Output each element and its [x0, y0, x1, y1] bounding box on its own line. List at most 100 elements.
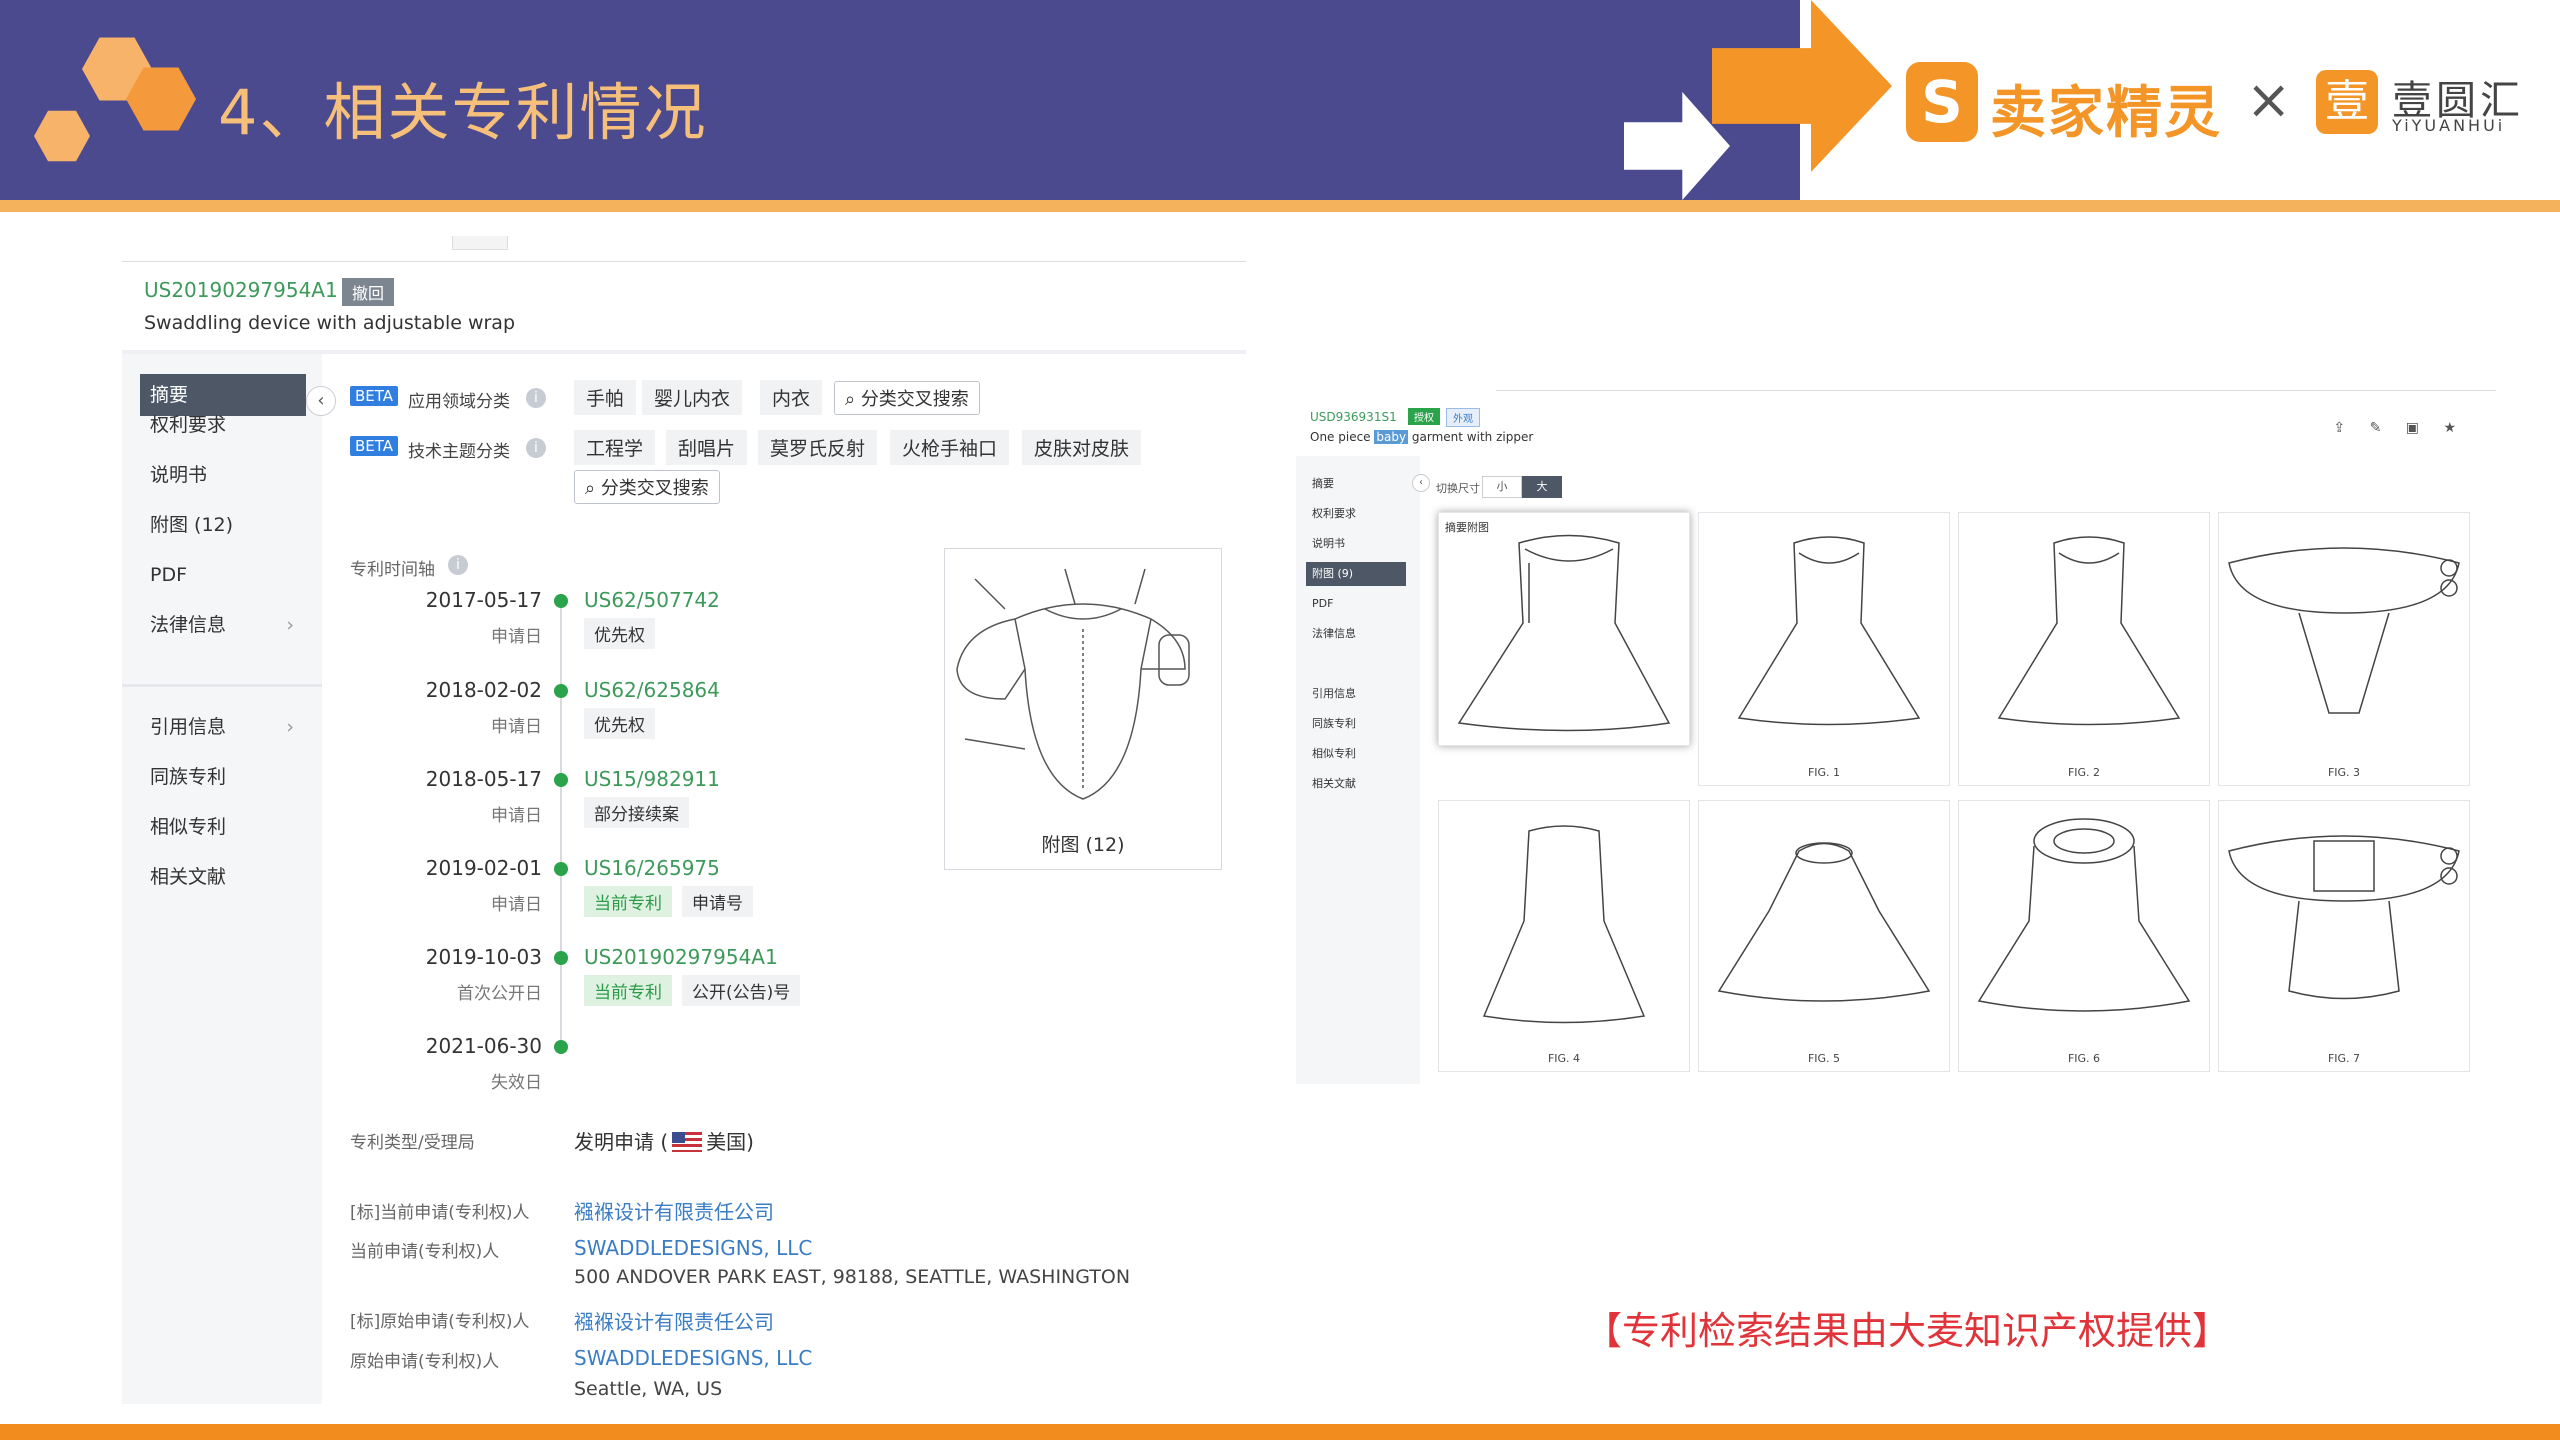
timeline-number-link[interactable]: US15/982911 — [584, 767, 720, 791]
application-field-label: 应用领域分类 — [408, 392, 510, 412]
figure-thumbnail-card[interactable]: 附图 (12) — [944, 548, 1222, 870]
cross-search-button[interactable]: ⌕ 分类交叉搜索 — [574, 470, 720, 504]
original-assignee-address: Seattle, WA, US — [574, 1378, 723, 1400]
sidebar-item-literature[interactable]: 相关文献 — [1306, 772, 1406, 796]
search-icon: ⌕ — [585, 478, 601, 499]
figure-thumbnail[interactable]: FIG. 2 — [1958, 512, 2210, 786]
sidebar-item-legal[interactable]: 法律信息 — [1306, 622, 1406, 646]
size-small-button[interactable]: 小 — [1482, 476, 1522, 498]
sidebar-item-family[interactable]: 同族专利 — [140, 756, 306, 798]
collapse-sidebar-button[interactable]: ‹ — [306, 386, 336, 416]
classification-tag[interactable]: 火枪手袖口 — [890, 430, 1010, 465]
times-icon: × — [2246, 68, 2292, 131]
sidebar-item-claims[interactable]: 权利要求 — [140, 404, 306, 446]
figure-thumbnail[interactable]: FIG. 6 — [1958, 800, 2210, 1072]
seller-sprite-logo-text: 卖家精灵 — [1990, 81, 2222, 146]
figure-thumbnail[interactable]: FIG. 5 — [1698, 800, 1950, 1072]
timeline-date: 2019-02-01 — [425, 856, 542, 880]
collapse-sidebar-button[interactable]: ‹ — [1412, 474, 1430, 492]
sidebar-item-abstract[interactable]: 摘要 — [1306, 472, 1406, 496]
granted-badge: 授权 — [1408, 408, 1440, 425]
classification-tag[interactable]: 皮肤对皮肤 — [1022, 430, 1142, 465]
sidebar-item-description[interactable]: 说明书 — [140, 454, 306, 496]
garment-drawing — [1482, 825, 1646, 1024]
cross-search-label: 分类交叉搜索 — [600, 478, 709, 499]
sidebar-item-family[interactable]: 同族专利 — [1306, 712, 1406, 736]
sidebar-item-description[interactable]: 说明书 — [1306, 532, 1406, 556]
sidebar-item-label: 相关文献 — [150, 866, 227, 888]
figure-thumbnail[interactable]: FIG. 7 — [2218, 800, 2470, 1072]
figure-label: FIG. 4 — [1547, 1052, 1581, 1065]
toolbar-icons[interactable]: ⇪ ✎ ▣ ★ — [2333, 420, 2466, 436]
size-large-button[interactable]: 大 — [1522, 476, 1562, 498]
sidebar-item-label: 说明书 — [150, 464, 208, 486]
patent-type-label: 专利类型/受理局 — [350, 1133, 475, 1153]
figure-label: FIG. 7 — [2327, 1052, 2361, 1065]
sidebar-item-legal[interactable]: 法律信息 › — [140, 604, 306, 646]
sidebar-item-figures[interactable]: 附图 (12) — [140, 504, 306, 546]
timeline-tag: 公开(公告)号 — [682, 975, 801, 1006]
sidebar-item-similar[interactable]: 相似专利 — [1306, 742, 1406, 766]
garment-drawing — [1977, 818, 2191, 1012]
info-icon[interactable]: i — [526, 388, 546, 408]
title-text: One piece — [1310, 430, 1375, 444]
timeline-date: 2019-10-03 — [425, 945, 542, 969]
timeline-number-link[interactable]: US20190297954A1 — [584, 945, 778, 969]
info-icon[interactable]: i — [448, 555, 468, 575]
sidebar-item-label: PDF — [150, 564, 188, 586]
sidebar: 摘要 权利要求 说明书 附图 (12) PDF 法律信息 › 引用信息 › 同族专利… — [122, 354, 322, 1404]
swaddle-drawing — [956, 568, 1190, 800]
timeline-dot — [554, 862, 568, 876]
std-original-assignee-label: [标]原始申请(专利权)人 — [350, 1312, 530, 1332]
yiyuanhui-logo-icon: 壹 — [2316, 70, 2378, 134]
std-current-assignee-label: [标]当前申请(专利权)人 — [350, 1203, 530, 1223]
classification-tag[interactable]: 刮唱片 — [666, 430, 748, 465]
figure-thumbnail[interactable]: FIG. 3 — [2218, 512, 2470, 786]
sidebar-item-label: 同族专利 — [150, 766, 227, 788]
std-original-assignee-link[interactable]: 襁褓设计有限责任公司 — [574, 1306, 774, 1335]
sidebar-item-citations[interactable]: 引用信息 › — [140, 706, 306, 748]
sidebar-item-label: 法律信息 — [150, 614, 227, 636]
cross-search-button[interactable]: ⌕ 分类交叉搜索 — [834, 381, 980, 415]
figure-label: FIG. 5 — [1807, 1052, 1841, 1065]
sidebar-item-literature[interactable]: 相关文献 — [140, 856, 306, 898]
current-assignee-link[interactable]: SWADDLEDESIGNS, LLC — [574, 1236, 812, 1260]
classification-tag[interactable]: 内衣 — [760, 380, 823, 415]
abstract-figure[interactable]: 摘要附图 — [1438, 512, 1690, 746]
timeline-date: 2021-06-30 — [425, 1034, 542, 1058]
classification-tag[interactable]: 工程学 — [574, 430, 656, 465]
sidebar-item-claims[interactable]: 权利要求 — [1306, 502, 1406, 526]
figure-thumbnail[interactable]: FIG. 4 — [1438, 800, 1690, 1072]
highlighted-keyword: baby — [1374, 430, 1409, 444]
top-bar — [122, 230, 1246, 262]
sidebar-item-label: 附图 (12) — [150, 514, 234, 536]
timeline-number-link[interactable]: US62/507742 — [584, 588, 720, 612]
beta-badge: BETA — [350, 386, 399, 406]
sidebar-item-similar[interactable]: 相似专利 — [140, 806, 306, 848]
patent-title: One piece baby garment with zipper — [1310, 430, 1533, 444]
tech-topic-label: 技术主题分类 — [408, 442, 510, 462]
tab-handle[interactable] — [452, 236, 508, 250]
timeline-number-link[interactable]: US16/265975 — [584, 856, 720, 880]
figure-thumbnail[interactable]: FIG. 1 — [1698, 512, 1950, 786]
figure-label: FIG. 1 — [1807, 766, 1841, 779]
patent-number[interactable]: US20190297954A1 — [144, 278, 338, 302]
garment-drawing — [2228, 835, 2460, 1000]
garment-drawing — [2228, 547, 2460, 714]
sidebar-item-pdf[interactable]: PDF — [1306, 592, 1406, 616]
timeline-date: 2017-05-17 — [425, 588, 542, 612]
classification-tag[interactable]: 婴儿内衣 — [642, 380, 743, 415]
original-assignee-link[interactable]: SWADDLEDESIGNS, LLC — [574, 1346, 812, 1370]
header-band: 4、相关专利情况 — [0, 0, 1800, 200]
timeline-type: 申请日 — [491, 806, 542, 826]
classification-tag[interactable]: 莫罗氏反射 — [758, 430, 878, 465]
classification-tag[interactable]: 手帕 — [574, 380, 637, 415]
info-icon[interactable]: i — [526, 438, 546, 458]
timeline-number-link[interactable]: US62/625864 — [584, 678, 720, 702]
timeline-type: 失效日 — [491, 1073, 542, 1093]
sidebar-item-pdf[interactable]: PDF — [140, 554, 306, 596]
std-current-assignee-link[interactable]: 襁褓设计有限责任公司 — [574, 1196, 774, 1225]
patent-number[interactable]: USD936931S1 — [1310, 410, 1397, 424]
sidebar-item-figures[interactable]: 附图 (9) — [1306, 562, 1406, 586]
sidebar-item-citations[interactable]: 引用信息 — [1306, 682, 1406, 706]
